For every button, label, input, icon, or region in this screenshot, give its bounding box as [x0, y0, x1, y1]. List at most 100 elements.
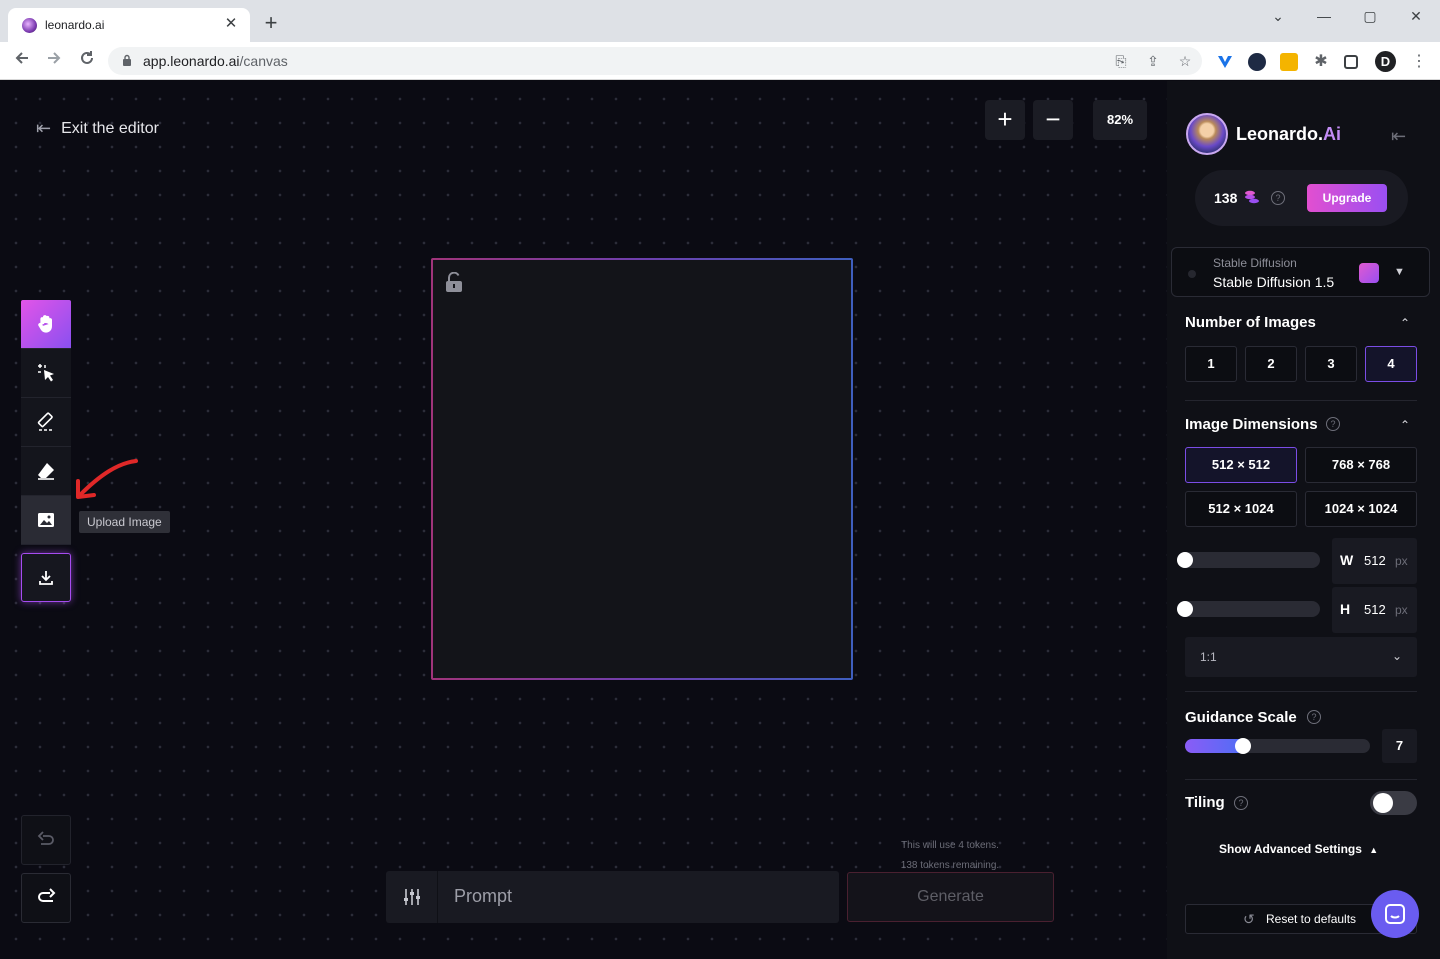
forward-arrow-icon[interactable] — [42, 49, 66, 73]
image-dimensions-title: Image Dimensions — [1185, 416, 1318, 433]
extension-yellow-icon[interactable] — [1280, 53, 1298, 71]
settings-panel: Leonardo.Ai ⇤ 138 ? Upgrade Stable Diffu… — [1167, 81, 1440, 959]
width-unit: px — [1395, 554, 1408, 568]
back-arrow-icon[interactable] — [10, 49, 34, 73]
guidance-slider[interactable] — [1185, 738, 1370, 754]
width-value[interactable]: 512 — [1364, 553, 1386, 568]
share-icon[interactable]: ⇪ — [1145, 53, 1161, 69]
caret-down-icon: ▼ — [1394, 266, 1405, 278]
chevron-up-icon[interactable]: ⌃ — [1400, 418, 1410, 432]
maximize-button[interactable]: ▢ — [1355, 6, 1385, 26]
browser-titlebar: leonardo.ai ✕ + ⌄ — ▢ ✕ — [0, 0, 1440, 42]
model-badge-icon — [1359, 263, 1379, 283]
zoom-out-button[interactable]: − — [1033, 100, 1073, 140]
profile-avatar[interactable]: D — [1375, 51, 1396, 72]
token-count: 138 — [1214, 190, 1238, 206]
divider — [1185, 691, 1417, 692]
guidance-slider-thumb[interactable] — [1234, 738, 1251, 754]
bookmark-star-icon[interactable]: ☆ — [1177, 53, 1193, 69]
download-icon — [39, 570, 53, 585]
prompt-settings-button[interactable] — [386, 871, 438, 923]
extension-shield-icon[interactable] — [1248, 53, 1266, 71]
extensions-puzzle-icon[interactable]: ✱ — [1312, 53, 1330, 71]
dimension-768x768[interactable]: 768 × 768 — [1305, 447, 1417, 483]
undo-icon — [37, 831, 54, 845]
eraser-tool-button[interactable] — [21, 447, 71, 496]
leonardo-favicon-icon — [22, 18, 37, 33]
tiling-title: Tiling — [1185, 794, 1225, 811]
aspect-ratio-select[interactable]: 1:1 ⌄ — [1185, 637, 1417, 677]
dimensions-help-icon[interactable]: ? — [1326, 417, 1340, 431]
zoom-in-button[interactable]: + — [985, 100, 1025, 140]
tab-search-icon[interactable]: ⌄ — [1263, 6, 1293, 26]
eraser-icon — [38, 463, 54, 480]
zoom-level: 82% — [1093, 100, 1147, 140]
upload-image-tooltip: Upload Image — [79, 511, 170, 533]
exit-arrow-icon: ⇤ — [36, 118, 52, 138]
aspect-ratio-value: 1:1 — [1200, 650, 1217, 664]
draw-mask-tool-button[interactable] — [21, 398, 71, 447]
extension-v-icon[interactable] — [1216, 53, 1234, 71]
unlock-icon[interactable] — [445, 272, 463, 292]
height-slider[interactable] — [1177, 601, 1320, 617]
model-selector[interactable]: Stable Diffusion Stable Diffusion 1.5 ▼ — [1171, 247, 1430, 297]
height-value[interactable]: 512 — [1364, 602, 1386, 617]
token-help-icon[interactable]: ? — [1271, 191, 1285, 205]
download-tool-button[interactable] — [21, 553, 71, 602]
tokens-coin-icon — [1245, 190, 1259, 204]
dimension-512x1024[interactable]: 512 × 1024 — [1185, 491, 1297, 527]
dimension-512x512[interactable]: 512 × 512 — [1185, 447, 1297, 483]
new-tab-button[interactable]: + — [260, 12, 282, 34]
tiling-toggle[interactable] — [1370, 791, 1417, 815]
generate-button[interactable]: Generate — [847, 872, 1054, 922]
collapse-panel-icon[interactable]: ⇤ — [1391, 126, 1406, 147]
dimension-1024x1024[interactable]: 1024 × 1024 — [1305, 491, 1417, 527]
exit-editor-link[interactable]: ⇤ Exit the editor — [36, 118, 159, 139]
redo-button[interactable] — [21, 873, 71, 923]
prompt-input[interactable]: Prompt — [454, 886, 512, 907]
model-category: Stable Diffusion — [1213, 256, 1297, 270]
tool-palette — [21, 300, 71, 602]
undo-button[interactable] — [21, 815, 71, 865]
canvas-area[interactable]: ⇤ Exit the editor + − 82% Upload Image T… — [0, 81, 1167, 959]
height-slider-thumb[interactable] — [1177, 601, 1193, 617]
select-tool-button[interactable] — [21, 349, 71, 398]
close-window-button[interactable]: ✕ — [1401, 6, 1431, 26]
browser-tab[interactable]: leonardo.ai ✕ — [8, 8, 250, 42]
show-advanced-settings[interactable]: Show Advanced Settings ▲ — [1219, 842, 1378, 856]
address-bar[interactable]: app.leonardo.ai/canvas ⎘ ⇪ ☆ — [108, 47, 1202, 75]
chat-support-button[interactable] — [1371, 890, 1419, 938]
brand: Leonardo.Ai — [1186, 113, 1341, 155]
height-field[interactable]: H 512 px — [1332, 587, 1417, 633]
width-slider[interactable] — [1177, 552, 1320, 568]
num-images-2[interactable]: 2 — [1245, 346, 1297, 382]
width-field[interactable]: W 512 px — [1332, 538, 1417, 584]
upgrade-button[interactable]: Upgrade — [1307, 184, 1387, 212]
upload-image-tool-button[interactable] — [21, 496, 71, 545]
tab-close-icon[interactable]: ✕ — [220, 13, 242, 35]
guidance-value[interactable]: 7 — [1382, 729, 1417, 763]
red-arrow-annotation — [76, 459, 138, 499]
token-usage-note: This will use 4 tokens. 138 tokens remai… — [870, 836, 1030, 876]
chrome-menu-icon[interactable]: ⋮ — [1410, 53, 1428, 71]
num-images-3[interactable]: 3 — [1305, 346, 1357, 382]
num-images-title: Number of Images — [1185, 314, 1316, 331]
pan-tool-button[interactable] — [21, 300, 71, 349]
num-images-4[interactable]: 4 — [1365, 346, 1417, 382]
width-slider-thumb[interactable] — [1177, 552, 1193, 568]
minimize-button[interactable]: — — [1309, 6, 1339, 26]
clipboard-icon[interactable]: ⎘ — [1113, 53, 1129, 69]
redo-icon — [38, 888, 56, 902]
generation-frame[interactable] — [431, 258, 853, 680]
tiling-help-icon[interactable]: ? — [1234, 796, 1248, 810]
sidebar-toggle-icon[interactable] — [1344, 55, 1358, 69]
divider — [1185, 400, 1417, 401]
caret-up-icon: ▲ — [1369, 845, 1379, 855]
tab-title: leonardo.ai — [45, 18, 105, 32]
guidance-help-icon[interactable]: ? — [1307, 710, 1321, 724]
prompt-bar: Prompt — [386, 871, 839, 923]
chevron-up-icon[interactable]: ⌃ — [1400, 316, 1410, 330]
reload-icon[interactable] — [75, 49, 99, 73]
chevron-down-icon: ⌄ — [1392, 649, 1403, 663]
num-images-1[interactable]: 1 — [1185, 346, 1237, 382]
